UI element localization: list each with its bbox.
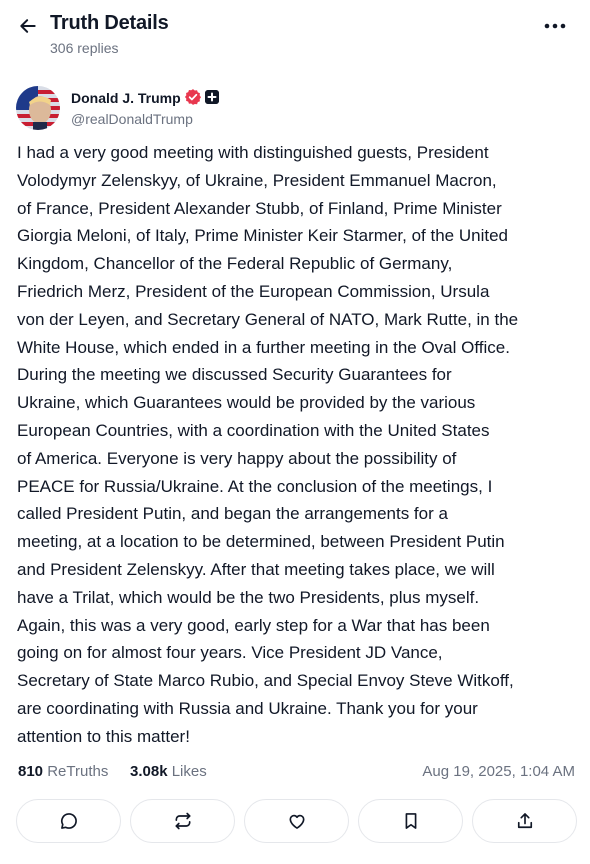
like-button[interactable] <box>244 799 349 843</box>
post-line: White House, which ended in a further me… <box>17 337 510 357</box>
likes-stat[interactable]: 3.08k Likes <box>130 763 207 780</box>
post-line: have a Trilat, which would be the two Pr… <box>17 587 480 607</box>
retruth-icon <box>175 812 190 830</box>
post-author: Donald J. Trump @realDonaldTrump <box>16 86 576 130</box>
post-line: and President Zelenskyy. After that meet… <box>17 559 495 579</box>
post-line: called President Putin, and began the ar… <box>17 504 448 524</box>
reply-button[interactable] <box>16 799 121 843</box>
heart-icon <box>289 814 304 829</box>
retruths-count: 810 <box>18 763 44 780</box>
retruth-button[interactable] <box>130 799 235 843</box>
post-line: During the meeting we discussed Security… <box>17 365 452 385</box>
arrow-left-icon <box>20 19 36 33</box>
page-header: Truth Details 306 replies <box>0 0 590 70</box>
bookmark-button[interactable] <box>358 799 463 843</box>
likes-count: 3.08k <box>130 763 168 780</box>
reply-count: 306 replies <box>50 40 119 56</box>
post-stats: 810 ReTruths 3.08k Likes Aug 19, 2025, 1… <box>18 763 575 785</box>
back-button[interactable] <box>14 12 42 40</box>
post-line: meeting, at a location to be determined,… <box>17 532 505 552</box>
post-line: are coordinating with Russia and Ukraine… <box>17 698 478 718</box>
post-line: von der Leyen, and Secretary General of … <box>17 309 519 329</box>
post-line: PEACE for Russia/Ukraine. At the conclus… <box>17 476 493 496</box>
author-name[interactable]: Donald J. Trump <box>71 90 181 106</box>
post-line: Kingdom, Chancellor of the Federal Repub… <box>17 254 453 274</box>
share-icon <box>517 813 532 829</box>
post-line: Ukraine, which Guarantees would be provi… <box>17 393 476 413</box>
post-line: Friedrich Merz, President of the Europea… <box>17 281 490 301</box>
retruths-stat[interactable]: 810 ReTruths <box>18 763 108 780</box>
post-line: Giorgia Meloni, of Italy, Prime Minister… <box>17 226 508 246</box>
post-line: of America. Everyone is very happy about… <box>17 448 457 468</box>
post-line: Volodymyr Zelenskyy, of Ukraine, Preside… <box>17 170 497 190</box>
likes-label: Likes <box>171 763 207 780</box>
post-line: European Countries, with a coordination … <box>17 420 490 440</box>
post-line: attention to this matter! <box>17 726 190 746</box>
more-dots-icon <box>544 23 566 29</box>
plus-badge-icon <box>205 90 219 104</box>
post-line: Secretary of State Marco Rubio, and Spec… <box>17 671 514 691</box>
share-button[interactable] <box>472 799 577 843</box>
author-handle[interactable]: @realDonaldTrump <box>71 111 193 127</box>
more-options-button[interactable] <box>540 14 570 38</box>
retruths-label: ReTruths <box>47 763 109 780</box>
avatar[interactable] <box>16 86 60 130</box>
post-timestamp: Aug 19, 2025, 1:04 AM <box>422 763 575 780</box>
bookmark-icon <box>405 813 416 829</box>
action-bar <box>16 799 577 843</box>
post-text: I had a very good meeting with distingui… <box>17 139 577 751</box>
reply-icon <box>60 813 77 829</box>
post-line: going on for almost four years. Vice Pre… <box>17 643 443 663</box>
page-title: Truth Details <box>50 12 169 34</box>
post-line: of France, President Alexander Stubb, of… <box>17 198 502 218</box>
post-line: Again, this was a very good, early step … <box>17 615 490 635</box>
verified-badge-icon <box>184 89 202 105</box>
post-line: I had a very good meeting with distingui… <box>17 143 489 162</box>
